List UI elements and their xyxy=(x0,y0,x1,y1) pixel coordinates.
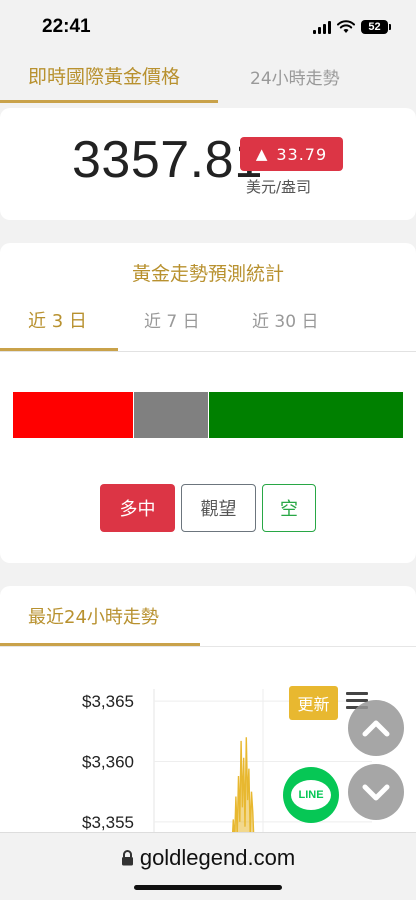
distribution-segment-long xyxy=(13,392,134,438)
price-card: 3357.81 ▲ 33.79 美元/盎司 xyxy=(0,108,416,220)
tab-period-7d[interactable]: 近 7 日 xyxy=(144,307,200,332)
line-chat-button[interactable]: LINE xyxy=(283,767,339,823)
home-indicator xyxy=(134,885,282,890)
period-divider xyxy=(0,351,416,352)
line-icon: LINE xyxy=(291,780,331,810)
status-bar: 22:41 52 xyxy=(0,0,416,52)
price-change-badge: ▲ 33.79 xyxy=(240,137,343,171)
up-triangle-icon: ▲ xyxy=(255,145,269,163)
distribution-segment-short xyxy=(208,392,403,438)
watch-button[interactable]: 觀望 xyxy=(181,484,256,532)
gold-price-value: 3357.81 xyxy=(72,131,260,189)
price-unit: 美元/盎司 xyxy=(246,178,312,196)
chevron-up-icon xyxy=(362,720,390,737)
tab-period-30d[interactable]: 近 30 日 xyxy=(252,307,318,332)
y-tick-label: $3,360 xyxy=(82,752,134,771)
distribution-segment-neutral xyxy=(133,392,208,438)
forecast-card: 黃金走勢預測統計 近 3 日 近 7 日 近 30 日 多中 觀望 空 xyxy=(0,243,416,563)
wifi-icon xyxy=(337,20,355,33)
chevron-down-icon xyxy=(362,784,390,801)
y-tick-label: $3,365 xyxy=(82,692,134,711)
url-text: goldlegend.com xyxy=(139,845,296,870)
active-tab-indicator xyxy=(0,100,218,103)
browser-address-bar[interactable]: goldlegend.com xyxy=(0,832,416,900)
status-icons: 52 xyxy=(313,18,391,36)
status-time: 22:41 xyxy=(42,16,91,37)
tab-realtime-price[interactable]: 即時國際黃金價格 xyxy=(28,62,180,89)
url-display[interactable]: goldlegend.com xyxy=(0,845,416,871)
cellular-signal-icon xyxy=(313,20,331,34)
long-button[interactable]: 多中 xyxy=(100,484,175,532)
price-change-value: 33.79 xyxy=(276,144,328,164)
battery-icon: 52 xyxy=(361,20,391,34)
scroll-down-button[interactable] xyxy=(348,764,404,820)
forecast-title: 黃金走勢預測統計 xyxy=(131,263,284,285)
lock-icon xyxy=(121,850,133,866)
refresh-button[interactable]: 更新 xyxy=(289,686,338,720)
tab-period-3d[interactable]: 近 3 日 xyxy=(28,307,87,333)
tab-24h-trend[interactable]: 24小時走勢 xyxy=(250,64,340,89)
short-button[interactable]: 空 xyxy=(262,484,316,532)
trend-title: 最近24小時走勢 xyxy=(28,607,159,628)
scroll-up-button[interactable] xyxy=(348,700,404,756)
top-tabs: 即時國際黃金價格 24小時走勢 xyxy=(0,52,416,106)
y-tick-label: $3,355 xyxy=(82,813,134,832)
forecast-distribution-bar xyxy=(13,392,403,438)
